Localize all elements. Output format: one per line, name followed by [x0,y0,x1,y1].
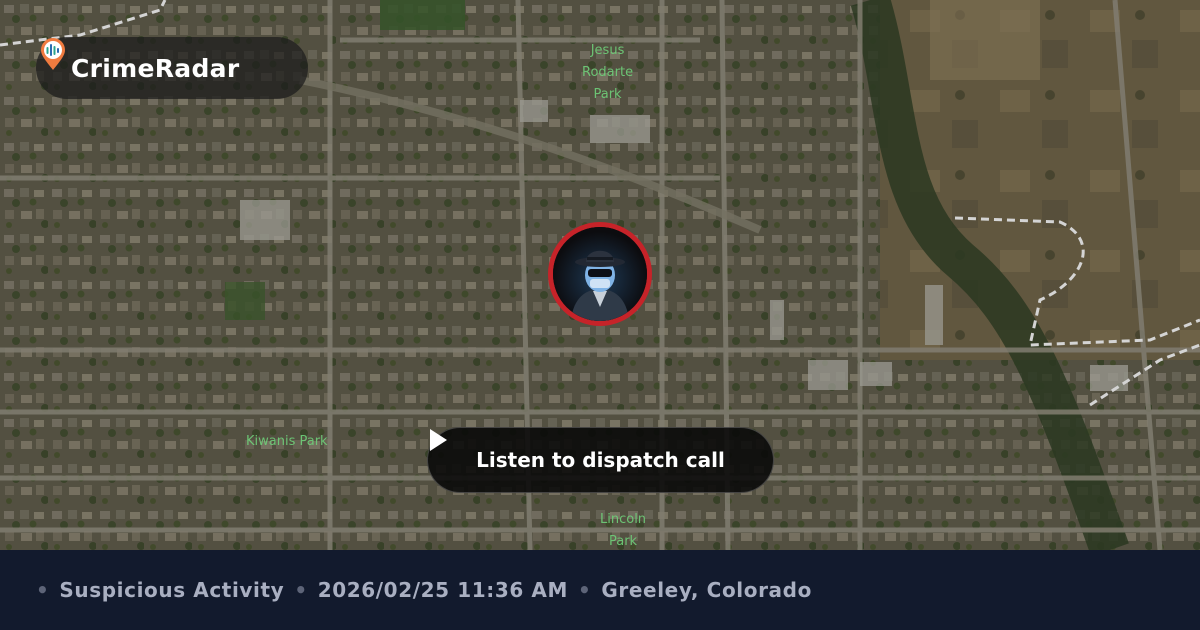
separator-dot: • [578,578,592,602]
incident-category: Suspicious Activity [59,578,285,602]
brand-name: CrimeRadar [71,53,240,83]
radar-pin-icon [41,38,65,70]
separator-dot: • [36,578,50,602]
incident-marker[interactable] [548,222,652,326]
incident-location: Greeley, Colorado [601,578,812,602]
park-label-lincoln: Lincoln Park [600,509,646,550]
park-label-text: Lincoln Park [600,512,647,549]
brand-badge[interactable]: CrimeRadar [36,37,308,99]
park-label-jesus-rodarte: Jesus Rodarte Park [582,40,633,106]
incident-info-bar: • Suspicious Activity • 2026/02/25 11:36… [0,550,1200,630]
separator-dot: • [294,578,308,602]
play-icon [430,429,447,451]
incident-datetime: 2026/02/25 11:36 AM [317,578,569,602]
incident-marker-inner [553,227,647,321]
masked-spy-icon [553,227,647,321]
listen-dispatch-label: Listen to dispatch call [476,448,725,472]
satellite-map[interactable]: Jesus Rodarte Park Kiwanis Park Lincoln … [0,0,1200,550]
park-label-text: Jesus Rodarte Park [582,43,634,102]
park-label-kiwanis: Kiwanis Park [246,434,328,449]
listen-dispatch-button[interactable]: Listen to dispatch call [427,427,774,493]
